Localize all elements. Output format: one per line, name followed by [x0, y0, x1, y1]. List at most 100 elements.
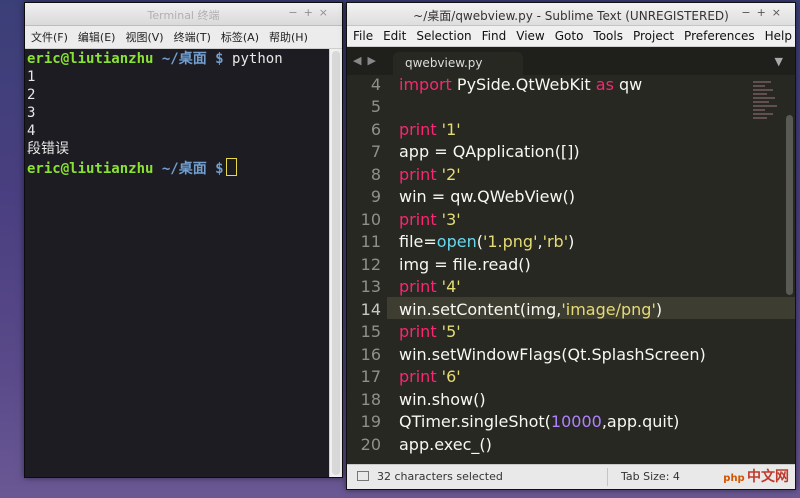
minimize-icon[interactable]: − — [741, 6, 756, 19]
editor-scrollbar[interactable] — [786, 115, 793, 295]
tab-size-selector[interactable]: Tab Size: 4 — [621, 470, 680, 483]
terminal-line: 4 — [27, 123, 36, 139]
code-line: img = file.read() — [399, 255, 531, 274]
status-divider — [607, 468, 608, 486]
line-number: 12 — [360, 255, 381, 274]
prompt-symbol: $ — [215, 51, 224, 67]
maximize-icon[interactable]: + — [304, 6, 319, 19]
line-number: 6 — [370, 120, 381, 139]
code-text: ) — [655, 300, 663, 319]
menu-view[interactable]: View — [516, 29, 544, 43]
chevron-down-icon[interactable]: ▼ — [775, 55, 783, 68]
code-text: ,app.quit) — [601, 412, 680, 431]
string: '1' — [436, 120, 461, 139]
watermark: php 中文网 — [723, 466, 789, 487]
line-number: 14 — [360, 300, 381, 319]
scrollbar-thumb[interactable] — [332, 51, 340, 475]
menu-file[interactable]: 文件(F) — [31, 29, 68, 45]
terminal-line: 段错误 — [27, 141, 69, 157]
code-line: print '4' — [399, 277, 461, 296]
menu-preferences[interactable]: Preferences — [684, 29, 755, 43]
line-number: 8 — [370, 165, 381, 184]
terminal-line: eric@liutianzhu ~/桌面 $ python — [27, 50, 328, 68]
minimize-icon[interactable]: − — [288, 6, 303, 19]
minimap[interactable] — [753, 81, 779, 141]
code-content[interactable]: import PySide.QtWebKit as qw print '1' a… — [399, 75, 765, 465]
code-editor[interactable]: 4 5 6 7 8 9 10 11 12 13 14 15 16 17 18 1… — [347, 75, 795, 465]
menu-find[interactable]: Find — [482, 29, 507, 43]
code-text: QTimer.singleShot( — [399, 412, 551, 431]
menu-file[interactable]: File — [353, 29, 373, 43]
terminal-output[interactable]: eric@liutianzhu ~/桌面 $ python 1 2 3 4 段错… — [27, 49, 328, 477]
chevron-right-icon[interactable]: ▶ — [367, 54, 381, 67]
string: '3' — [436, 210, 461, 229]
keyword: as — [595, 75, 614, 94]
menu-edit[interactable]: 编辑(E) — [78, 29, 116, 45]
terminal-line: 2 — [27, 87, 36, 103]
keyword: print — [399, 322, 437, 341]
panel-toggle-icon[interactable] — [357, 471, 369, 481]
menu-help[interactable]: 帮助(H) — [269, 29, 308, 45]
terminal-window-controls[interactable]: −+× — [288, 6, 334, 19]
terminal-line: 3 — [27, 105, 36, 121]
code-line: print '1' — [399, 120, 461, 139]
menu-project[interactable]: Project — [633, 29, 674, 43]
sublime-window-controls[interactable]: −+× — [741, 6, 787, 19]
string: '1.png' — [482, 232, 538, 251]
line-number: 19 — [360, 412, 381, 431]
code-line: print '3' — [399, 210, 461, 229]
code-line: win.setWindowFlags(Qt.SplashScreen) — [399, 345, 706, 364]
terminal-line: 1 — [27, 69, 36, 85]
code-text: qw — [613, 75, 643, 94]
string: 'rb' — [542, 232, 569, 251]
chevron-left-icon[interactable]: ◀ — [353, 54, 367, 67]
menu-goto[interactable]: Goto — [555, 29, 584, 43]
keyword: print — [399, 367, 437, 386]
code-line: QTimer.singleShot(10000,app.quit) — [399, 412, 679, 431]
string: '2' — [436, 165, 461, 184]
terminal-menubar: 文件(F) 编辑(E) 视图(V) 终端(T) 标签(A) 帮助(H) — [25, 26, 342, 49]
keyword: print — [399, 210, 437, 229]
menu-tabs[interactable]: 标签(A) — [221, 29, 259, 45]
terminal-window[interactable]: Terminal 终端 −+× 文件(F) 编辑(E) 视图(V) 终端(T) … — [24, 2, 343, 478]
number: 10000 — [550, 412, 602, 431]
line-number: 9 — [370, 187, 381, 206]
terminal-scrollbar[interactable] — [329, 49, 342, 477]
line-number: 16 — [360, 345, 381, 364]
sublime-titlebar[interactable]: ~/桌面/qwebview.py - Sublime Text (UNREGIS… — [347, 3, 795, 26]
line-number: 13 — [360, 277, 381, 296]
string: '6' — [436, 367, 461, 386]
keyword: import — [399, 75, 452, 94]
code-line: win = qw.QWebView() — [399, 187, 576, 206]
sublime-window[interactable]: ~/桌面/qwebview.py - Sublime Text (UNREGIS… — [346, 2, 796, 490]
keyword: print — [399, 120, 437, 139]
code-line: app = QApplication([]) — [399, 142, 580, 161]
menu-view[interactable]: 视图(V) — [125, 29, 163, 45]
keyword: print — [399, 277, 437, 296]
code-text: file= — [399, 232, 437, 251]
menu-terminal[interactable]: 终端(T) — [174, 29, 211, 45]
prompt-symbol: $ — [215, 161, 224, 177]
close-icon[interactable]: × — [772, 6, 787, 19]
terminal-titlebar[interactable]: Terminal 终端 −+× — [25, 3, 342, 26]
menu-help[interactable]: Help — [765, 29, 792, 43]
code-line: app.exec_() — [399, 435, 492, 454]
line-gutter: 4 5 6 7 8 9 10 11 12 13 14 15 16 17 18 1… — [347, 75, 387, 465]
selection-status: 32 characters selected — [377, 470, 503, 483]
tab-qwebview[interactable]: qwebview.py — [393, 52, 523, 75]
prompt-user: eric@liutianzhu — [27, 161, 154, 177]
sublime-title: ~/桌面/qwebview.py - Sublime Text (UNREGIS… — [413, 9, 729, 23]
close-icon[interactable]: × — [319, 6, 334, 19]
line-number: 4 — [370, 75, 381, 94]
watermark-text: 中文网 — [747, 469, 789, 485]
code-text: PySide.QtWebKit — [451, 75, 596, 94]
menu-edit[interactable]: Edit — [383, 29, 406, 43]
keyword: print — [399, 165, 437, 184]
menu-tools[interactable]: Tools — [593, 29, 623, 43]
tab-nav[interactable]: ◀▶ — [353, 54, 382, 67]
menu-selection[interactable]: Selection — [416, 29, 471, 43]
maximize-icon[interactable]: + — [757, 6, 772, 19]
builtin: open — [436, 232, 477, 251]
status-bar: 32 characters selected Tab Size: 4 php 中文… — [347, 464, 795, 489]
code-line: print '6' — [399, 367, 461, 386]
